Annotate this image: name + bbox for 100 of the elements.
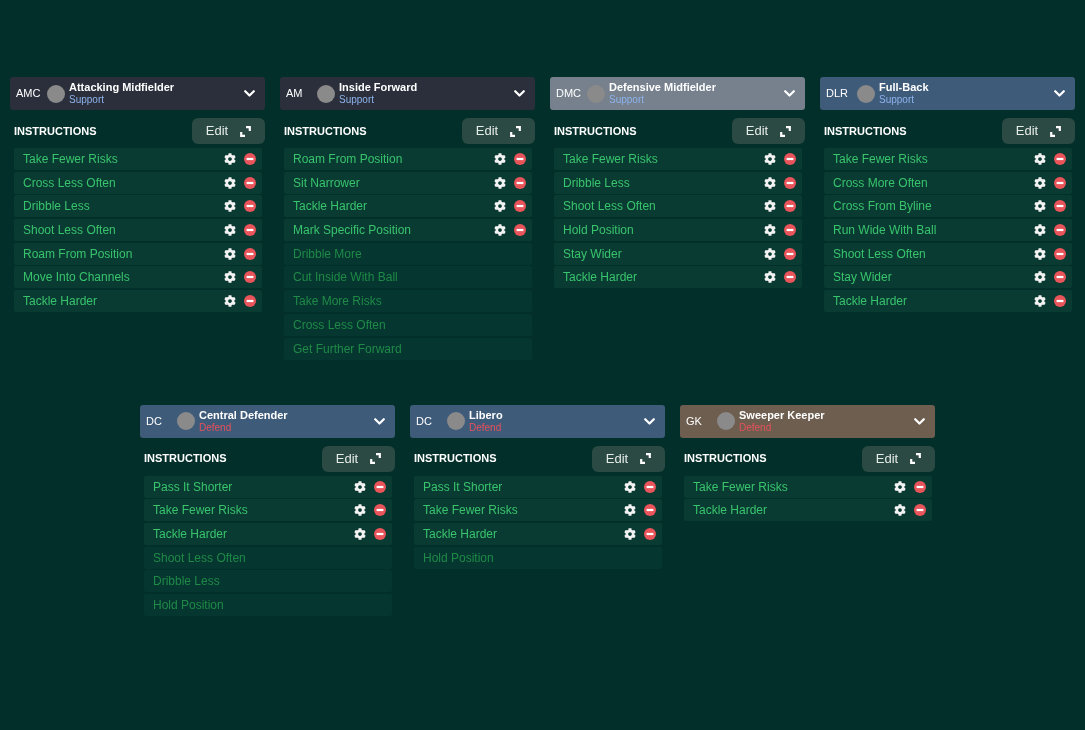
instruction-row[interactable]: Get Further Forward: [284, 337, 532, 360]
instruction-row[interactable]: Tackle Harder: [824, 290, 1072, 313]
minus-circle-icon[interactable]: [1054, 153, 1066, 165]
settings-icon[interactable]: [764, 176, 776, 189]
role-selector[interactable]: DMC Defensive Midfielder Support: [550, 77, 805, 110]
instruction-row[interactable]: Cross Less Often: [284, 313, 532, 336]
settings-icon[interactable]: [354, 480, 366, 493]
minus-circle-icon[interactable]: [244, 224, 256, 237]
settings-icon[interactable]: [224, 247, 236, 260]
instruction-row[interactable]: Mark Specific Position: [284, 219, 532, 242]
instruction-row[interactable]: Sit Narrower: [284, 171, 532, 194]
settings-icon[interactable]: [1034, 271, 1046, 284]
minus-circle-icon[interactable]: [244, 153, 256, 165]
instruction-row[interactable]: Dribble Less: [14, 195, 262, 218]
minus-circle-icon[interactable]: [644, 504, 656, 517]
settings-icon[interactable]: [224, 295, 236, 308]
settings-icon[interactable]: [1034, 247, 1046, 260]
instruction-row[interactable]: Take More Risks: [284, 290, 532, 313]
role-selector[interactable]: GK Sweeper Keeper Defend: [680, 404, 935, 438]
settings-icon[interactable]: [624, 527, 636, 540]
minus-circle-icon[interactable]: [784, 271, 796, 284]
minus-circle-icon[interactable]: [644, 480, 656, 493]
settings-icon[interactable]: [224, 224, 236, 237]
instruction-row[interactable]: Stay Wider: [554, 242, 802, 265]
role-selector[interactable]: DC Libero Defend: [410, 404, 665, 438]
edit-button[interactable]: Edit: [462, 118, 535, 144]
role-selector[interactable]: DC Central Defender Defend: [140, 404, 395, 438]
settings-icon[interactable]: [894, 480, 906, 493]
settings-icon[interactable]: [764, 153, 776, 165]
instruction-row[interactable]: Cut Inside With Ball: [284, 266, 532, 289]
settings-icon[interactable]: [764, 247, 776, 260]
instruction-row[interactable]: Pass It Shorter: [414, 475, 662, 498]
instruction-row[interactable]: Move Into Channels: [14, 266, 262, 289]
settings-icon[interactable]: [224, 153, 236, 165]
instruction-row[interactable]: Pass It Shorter: [144, 475, 392, 498]
minus-circle-icon[interactable]: [514, 153, 526, 165]
instruction-row[interactable]: Roam From Position: [14, 242, 262, 265]
minus-circle-icon[interactable]: [244, 247, 256, 260]
instruction-row[interactable]: Tackle Harder: [144, 522, 392, 545]
minus-circle-icon[interactable]: [914, 504, 926, 517]
role-selector[interactable]: AM Inside Forward Support: [280, 77, 535, 110]
minus-circle-icon[interactable]: [1054, 200, 1066, 213]
minus-circle-icon[interactable]: [514, 200, 526, 213]
minus-circle-icon[interactable]: [644, 527, 656, 540]
instruction-row[interactable]: Tackle Harder: [554, 266, 802, 289]
settings-icon[interactable]: [1034, 176, 1046, 189]
minus-circle-icon[interactable]: [1054, 176, 1066, 189]
instruction-row[interactable]: Hold Position: [554, 219, 802, 242]
role-selector[interactable]: DLR Full-Back Support: [820, 77, 1075, 110]
instruction-row[interactable]: Shoot Less Often: [144, 546, 392, 569]
settings-icon[interactable]: [764, 200, 776, 213]
minus-circle-icon[interactable]: [784, 176, 796, 189]
settings-icon[interactable]: [224, 176, 236, 189]
settings-icon[interactable]: [224, 271, 236, 284]
edit-button[interactable]: Edit: [322, 445, 395, 472]
minus-circle-icon[interactable]: [514, 176, 526, 189]
minus-circle-icon[interactable]: [244, 200, 256, 213]
settings-icon[interactable]: [494, 153, 506, 165]
instruction-row[interactable]: Tackle Harder: [14, 290, 262, 313]
instruction-row[interactable]: Stay Wider: [824, 266, 1072, 289]
instruction-row[interactable]: Tackle Harder: [284, 195, 532, 218]
edit-button[interactable]: Edit: [592, 445, 665, 472]
minus-circle-icon[interactable]: [784, 153, 796, 165]
minus-circle-icon[interactable]: [244, 271, 256, 284]
minus-circle-icon[interactable]: [914, 480, 926, 493]
instruction-row[interactable]: Hold Position: [414, 546, 662, 569]
instruction-row[interactable]: Shoot Less Often: [824, 242, 1072, 265]
instruction-row[interactable]: Shoot Less Often: [554, 195, 802, 218]
edit-button[interactable]: Edit: [732, 118, 805, 144]
minus-circle-icon[interactable]: [244, 295, 256, 308]
edit-button[interactable]: Edit: [862, 445, 935, 472]
minus-circle-icon[interactable]: [784, 247, 796, 260]
settings-icon[interactable]: [494, 200, 506, 213]
instruction-row[interactable]: Tackle Harder: [684, 499, 932, 522]
instruction-row[interactable]: Take Fewer Risks: [14, 148, 262, 170]
settings-icon[interactable]: [1034, 200, 1046, 213]
instruction-row[interactable]: Roam From Position: [284, 148, 532, 170]
settings-icon[interactable]: [894, 504, 906, 517]
settings-icon[interactable]: [764, 224, 776, 237]
minus-circle-icon[interactable]: [1054, 247, 1066, 260]
minus-circle-icon[interactable]: [1054, 224, 1066, 237]
settings-icon[interactable]: [494, 224, 506, 237]
minus-circle-icon[interactable]: [784, 224, 796, 237]
minus-circle-icon[interactable]: [374, 480, 386, 493]
role-selector[interactable]: AMC Attacking Midfielder Support: [10, 77, 265, 110]
minus-circle-icon[interactable]: [374, 504, 386, 517]
settings-icon[interactable]: [1034, 153, 1046, 165]
instruction-row[interactable]: Hold Position: [144, 593, 392, 616]
instruction-row[interactable]: Take Fewer Risks: [684, 475, 932, 498]
edit-button[interactable]: Edit: [192, 118, 265, 144]
settings-icon[interactable]: [494, 176, 506, 189]
instruction-row[interactable]: Take Fewer Risks: [554, 148, 802, 170]
instruction-row[interactable]: Dribble Less: [144, 570, 392, 593]
instruction-row[interactable]: Cross Less Often: [14, 171, 262, 194]
instruction-row[interactable]: Run Wide With Ball: [824, 219, 1072, 242]
instruction-row[interactable]: Take Fewer Risks: [414, 499, 662, 522]
settings-icon[interactable]: [624, 480, 636, 493]
instruction-row[interactable]: Take Fewer Risks: [144, 499, 392, 522]
settings-icon[interactable]: [1034, 295, 1046, 308]
minus-circle-icon[interactable]: [244, 176, 256, 189]
